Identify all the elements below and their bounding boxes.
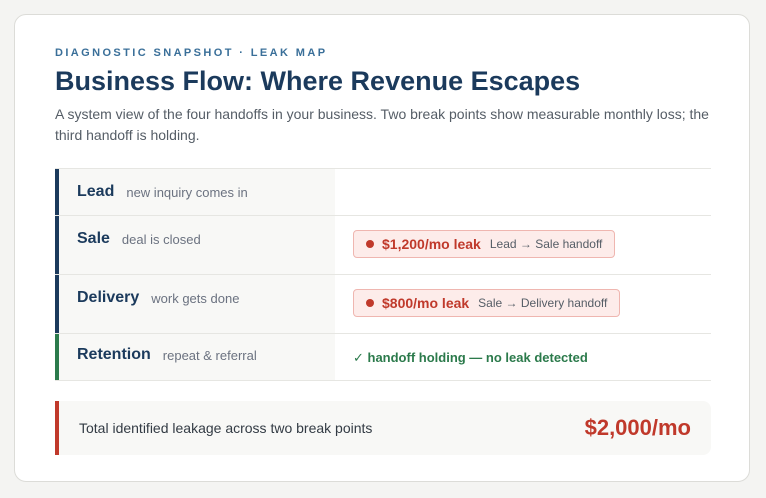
stage-cell: Retention repeat & referral: [55, 334, 335, 380]
stage-row-lead: Lead new inquiry comes in: [55, 169, 711, 216]
leak-dot-icon: [366, 240, 374, 248]
leak-badge: $1,200/mo leak Lead → Sale handoff: [353, 230, 616, 258]
stage-table: Lead new inquiry comes in Sale deal is c…: [55, 168, 711, 381]
total-leakage-banner: Total identified leakage across two brea…: [55, 401, 711, 455]
stage-name: Lead: [77, 183, 115, 200]
eyebrow-label: DIAGNOSTIC SNAPSHOT · LEAK MAP: [55, 47, 328, 59]
stage-description: work gets done: [151, 291, 240, 306]
page-subtitle: A system view of the four handoffs in yo…: [55, 106, 709, 143]
stage-row-sale: Sale deal is closed $1,200/mo leak Lead …: [55, 216, 711, 275]
leak-handoff: Sale → Delivery handoff: [478, 296, 608, 310]
leak-handoff: Lead → Sale handoff: [489, 237, 603, 251]
stage-cell: Lead new inquiry comes in: [55, 169, 335, 215]
stage-name: Delivery: [77, 289, 140, 306]
stage-name: Retention: [77, 346, 151, 363]
stage-description: new inquiry comes in: [126, 185, 248, 200]
status-cell: $1,200/mo leak Lead → Sale handoff: [335, 216, 711, 274]
stage-row-delivery: Delivery work gets done $800/mo leak Sal…: [55, 275, 711, 334]
leak-map-card: DIAGNOSTIC SNAPSHOT · LEAK MAP Business …: [14, 14, 750, 482]
status-cell: ✓ handoff holding — no leak detected: [335, 334, 711, 380]
leak-dot-icon: [366, 299, 374, 307]
total-label: Total identified leakage across two brea…: [79, 420, 373, 436]
leak-badge: $800/mo leak Sale → Delivery handoff: [353, 289, 621, 317]
stage-cell: Sale deal is closed: [55, 216, 335, 274]
stage-description: deal is closed: [121, 232, 201, 247]
page-title: Business Flow: Where Revenue Escapes: [55, 66, 581, 96]
stage-row-retention: Retention repeat & referral ✓ handoff ho…: [55, 334, 711, 381]
stage-name: Sale: [77, 230, 110, 247]
holding-status: ✓ handoff holding — no leak detected: [353, 350, 588, 365]
stage-cell: Delivery work gets done: [55, 275, 335, 333]
total-value: $2,000/mo: [584, 415, 691, 440]
leak-amount: $1,200/mo leak: [382, 236, 481, 252]
stage-description: repeat & referral: [162, 348, 257, 363]
status-cell: [335, 169, 711, 215]
status-cell: $800/mo leak Sale → Delivery handoff: [335, 275, 711, 333]
leak-amount: $800/mo leak: [382, 295, 470, 311]
